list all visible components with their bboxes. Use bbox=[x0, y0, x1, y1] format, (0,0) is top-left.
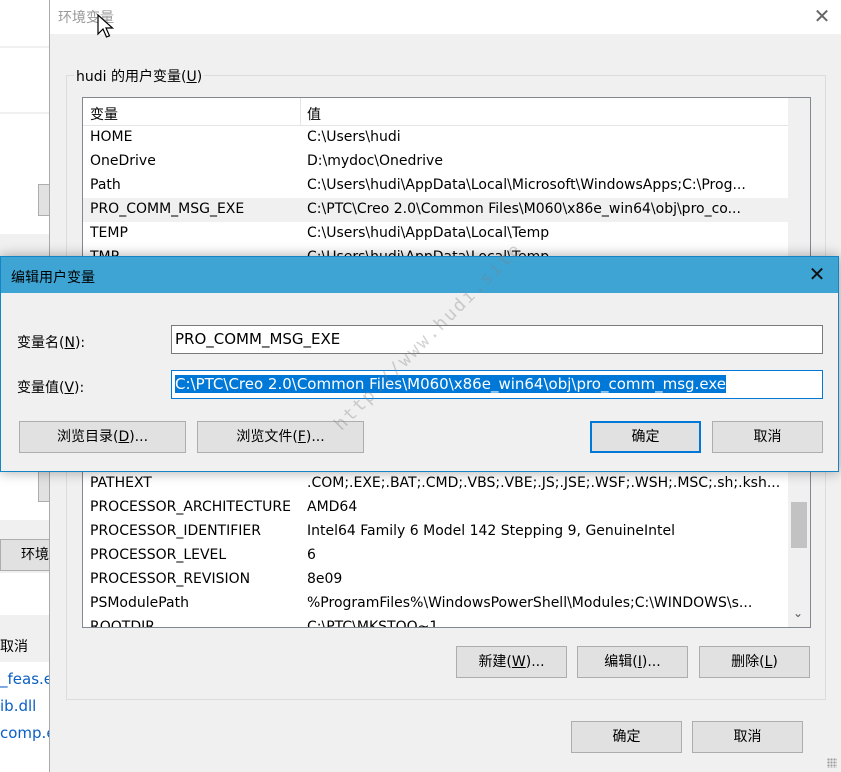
column-header-value[interactable]: 值 bbox=[307, 104, 321, 124]
environment-variables-button[interactable]: 环境 bbox=[0, 539, 50, 571]
edit-user-variable-dialog: 编辑用户变量 ✕ 变量名(N): PRO_COMM_MSG_EXE 变量值(V)… bbox=[0, 256, 839, 472]
chevron-down-icon[interactable]: ⌄ bbox=[793, 606, 803, 620]
bg-panel bbox=[0, 48, 50, 112]
dialog-ok-button[interactable]: 确定 bbox=[590, 421, 701, 453]
table-row[interactable]: PSModulePath %ProgramFiles%\WindowsPowerS… bbox=[83, 592, 788, 616]
env-titlebar[interactable]: 环境变量 ✕ bbox=[50, 0, 841, 34]
delete-button[interactable]: 删除(L) bbox=[699, 646, 810, 678]
variable-value-label: 变量值(V): bbox=[17, 380, 85, 396]
scrollbar-thumb[interactable] bbox=[791, 502, 807, 548]
list-header: 变量 值 bbox=[83, 98, 789, 126]
browse-directory-button[interactable]: 浏览目录(D)... bbox=[19, 421, 186, 453]
list-rows-top: HOME C:\Users\hudi OneDrive D:\mydoc\Onedr… bbox=[83, 126, 788, 270]
bg-panel bbox=[0, 0, 50, 46]
close-icon[interactable]: ✕ bbox=[806, 263, 828, 285]
edit-dialog-title: 编辑用户变量 bbox=[11, 270, 95, 286]
column-header-name[interactable]: 变量 bbox=[90, 104, 118, 124]
user-variables-label: hudi 的用户变量(U) bbox=[74, 66, 205, 86]
bg-file-link[interactable]: ib.dll bbox=[0, 697, 36, 715]
selected-text: C:\PTC\Creo 2.0\Common Files\M060\x86e_w… bbox=[175, 375, 726, 393]
variable-name-field[interactable]: PRO_COMM_MSG_EXE bbox=[171, 325, 823, 354]
bg-file-link[interactable]: comp.e bbox=[0, 724, 50, 742]
list-rows-bottom: PATHEXT .COM;.EXE;.BAT;.CMD;.VBS;.VBE;.JS… bbox=[83, 472, 788, 627]
table-row[interactable]: PATHEXT .COM;.EXE;.BAT;.CMD;.VBS;.VBE;.JS… bbox=[83, 472, 788, 496]
bg-panel bbox=[0, 573, 50, 615]
ok-button[interactable]: 确定 bbox=[571, 721, 682, 753]
mouse-cursor-icon bbox=[97, 14, 115, 38]
column-divider[interactable] bbox=[300, 98, 301, 126]
variable-name-label: 变量名(N): bbox=[17, 335, 86, 351]
dialog-cancel-button[interactable]: 取消 bbox=[712, 421, 823, 453]
bg-file-link[interactable]: _feas.e bbox=[0, 670, 50, 688]
edit-dialog-titlebar[interactable]: 编辑用户变量 ✕ bbox=[1, 257, 838, 293]
table-row[interactable]: HOME C:\Users\hudi bbox=[83, 126, 788, 150]
resize-grip-icon[interactable] bbox=[827, 758, 837, 768]
bg-cancel-button[interactable]: 取消 bbox=[0, 636, 28, 656]
table-row[interactable]: PROCESSOR_ARCHITECTURE AMD64 bbox=[83, 496, 788, 520]
table-row-selected[interactable]: PRO_COMM_MSG_EXE C:\PTC\Creo 2.0\Common F… bbox=[83, 198, 788, 222]
table-row[interactable]: OneDrive D:\mydoc\Onedrive bbox=[83, 150, 788, 174]
edit-button[interactable]: 编辑(I)... bbox=[577, 646, 688, 678]
bg-panel bbox=[0, 114, 50, 234]
table-row[interactable]: PROCESSOR_LEVEL 6 bbox=[83, 544, 788, 568]
table-row[interactable]: ROOTDIR C:\PTC\MKSTOO~1 bbox=[83, 616, 788, 627]
variable-value-field[interactable]: C:\PTC\Creo 2.0\Common Files\M060\x86e_w… bbox=[171, 370, 823, 399]
table-row[interactable]: Path C:\Users\hudi\AppData\Local\Microsof… bbox=[83, 174, 788, 198]
cancel-button[interactable]: 取消 bbox=[692, 721, 803, 753]
table-row[interactable]: TEMP C:\Users\hudi\AppData\Local\Temp bbox=[83, 222, 788, 246]
table-row[interactable]: PROCESSOR_REVISION 8e09 bbox=[83, 568, 788, 592]
table-row[interactable]: PROCESSOR_IDENTIFIER Intel64 Family 6 Mod… bbox=[83, 520, 788, 544]
new-button[interactable]: 新建(W)... bbox=[456, 646, 567, 678]
close-icon[interactable]: ✕ bbox=[810, 4, 834, 28]
